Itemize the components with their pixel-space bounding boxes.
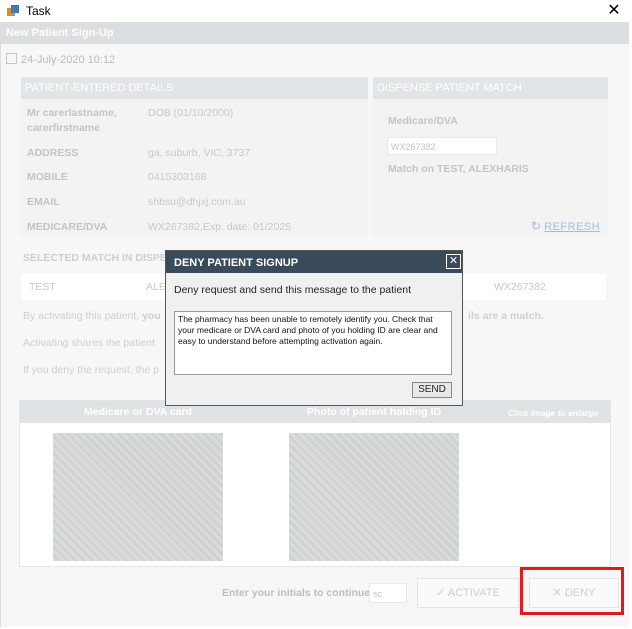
window-titlebar: Task ✕ (0, 0, 632, 22)
medicare-value: WX267382,Exp. date: 01/2025 (148, 221, 292, 233)
mobile-label: MOBILE (27, 171, 68, 183)
selected-name: TEST (29, 281, 56, 293)
medicare-label: MEDICARE/DVA (27, 221, 108, 233)
dialog-title: DENY PATIENT SIGNUP (174, 257, 299, 269)
activation-paragraph-start: By activating this patient, (23, 310, 140, 322)
refresh-label: REFRESH (544, 221, 601, 233)
match-text: Match on TEST, ALEXHARIS (388, 163, 529, 175)
deny-message-textarea[interactable]: The pharmacy has been unable to remotely… (174, 311, 452, 375)
email-label: EMAIL (27, 196, 60, 208)
dispense-medicare-field[interactable]: WX267382 (387, 137, 497, 155)
activate-button[interactable]: ✓ ACTIVATE (417, 578, 519, 608)
initials-label: Enter your initials to continue (222, 587, 371, 599)
calendar-icon (6, 53, 17, 64)
address-label: ADDRESS (27, 147, 79, 159)
section-patient-details: PATIENT-ENTERED DETAILS (21, 77, 368, 99)
check-icon: ✓ (436, 587, 446, 599)
section-dispense-match: DISPENSE PATIENT MATCH (373, 77, 608, 99)
id-images-panel: Medicare or DVA card Photo of patient ho… (19, 400, 611, 567)
medicare-card-image[interactable] (53, 433, 223, 561)
form-header: New Patient Sign-Up (1, 22, 629, 44)
dispense-medicare-label: Medicare/DVA (388, 115, 458, 127)
patient-name-line1: Mr carerlastname, (27, 107, 117, 119)
activation-paragraph: By activating this patient, you (23, 310, 161, 322)
signup-date-text: 24-July-2020 10:12 (21, 54, 116, 66)
mobile-value: 0415303168 (148, 171, 207, 183)
dialog-header: DENY PATIENT SIGNUP ✕ (166, 251, 462, 273)
activate-label: ACTIVATE (447, 587, 500, 599)
email-value: shbsu@dhjxj.com.au (148, 196, 246, 208)
photo-id-title: Photo of patient holding ID (307, 406, 442, 418)
selected-match-title: SELECTED MATCH IN DISPE (23, 252, 167, 264)
dialog-instruction: Deny request and send this message to th… (174, 284, 411, 296)
refresh-link[interactable]: ↻ REFRESH (531, 219, 600, 233)
refresh-icon: ↻ (531, 219, 542, 233)
selected-name-2: ALE (146, 281, 166, 293)
photo-id-image[interactable] (289, 433, 459, 561)
patient-details-body: Mr carerlastname, carerfirstname DOB (01… (21, 99, 368, 237)
send-button[interactable]: SEND (412, 382, 452, 398)
enlarge-hint: Click image to enlarge (508, 408, 599, 418)
dialog-close-button[interactable]: ✕ (446, 254, 461, 269)
form-title: New Patient Sign-Up (6, 27, 114, 39)
deny-signup-dialog: DENY PATIENT SIGNUP ✕ Deny request and s… (165, 250, 463, 406)
patient-dob: DOB (01/10/2000) (148, 107, 234, 119)
dispense-match-body: Medicare/DVA WX267382 Match on TEST, ALE… (373, 99, 608, 237)
deny-highlight-outline (520, 567, 624, 615)
sharing-paragraph: Activating shares the patient (23, 337, 155, 349)
window-title: Task (26, 4, 51, 18)
section-dispense-match-title: DISPENSE PATIENT MATCH (377, 82, 522, 94)
app-icon (7, 5, 19, 16)
deny-paragraph: If you deny the request, the p (23, 364, 160, 376)
activation-paragraph-end: ils are a match. (468, 310, 544, 322)
patient-name-line2: carerfirstname (27, 122, 100, 134)
address-value: ga, suburb, VIC, 3737 (148, 147, 251, 159)
window-close-button[interactable]: ✕ (604, 1, 624, 21)
signup-date: 24-July-2020 10:12 (6, 53, 115, 66)
activation-paragraph-bold: you (142, 310, 161, 322)
section-patient-details-title: PATIENT-ENTERED DETAILS (25, 82, 174, 94)
medicare-card-title: Medicare or DVA card (84, 406, 192, 418)
selected-medicare: WX267382 (494, 281, 546, 293)
initials-input[interactable]: sc (369, 583, 407, 603)
